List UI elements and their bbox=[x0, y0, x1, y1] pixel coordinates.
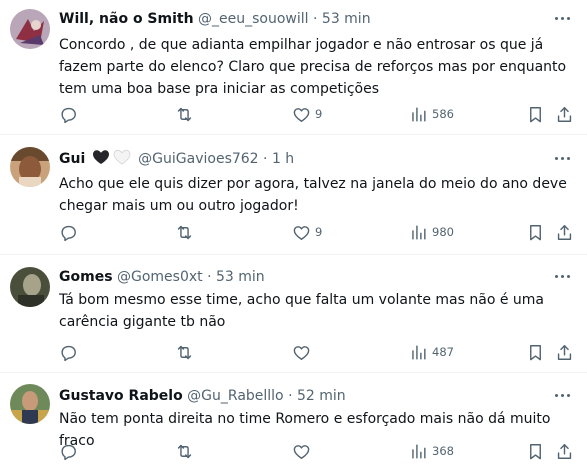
bookmark-icon bbox=[530, 443, 541, 459]
heart-emoji-icons bbox=[92, 149, 131, 165]
retweet-button[interactable] bbox=[175, 341, 198, 363]
like-button[interactable]: 9 bbox=[292, 221, 322, 243]
display-name[interactable]: Gui bbox=[59, 151, 85, 167]
timestamp[interactable]: 53 min bbox=[322, 11, 371, 27]
views-count: 487 bbox=[432, 345, 454, 359]
more-icon[interactable] bbox=[551, 8, 575, 28]
tweet-text: Acho que ele quis dizer por agora, talve… bbox=[59, 176, 567, 214]
retweet-icon bbox=[177, 444, 192, 458]
bookmark-icon bbox=[530, 106, 541, 122]
timestamp[interactable]: 52 min bbox=[297, 388, 346, 404]
like-button[interactable]: 9 bbox=[292, 103, 322, 125]
tweet[interactable]: Gui @GuiGavioes762 · 1 h Acho que ele qu… bbox=[0, 135, 587, 255]
bookmark-button[interactable] bbox=[526, 440, 545, 462]
views-button[interactable]: 980 bbox=[409, 221, 454, 243]
share-icon bbox=[557, 106, 572, 122]
analytics-icon bbox=[412, 224, 426, 240]
retweet-icon bbox=[177, 225, 192, 239]
more-icon[interactable] bbox=[551, 148, 575, 168]
share-icon bbox=[557, 443, 572, 459]
tweet-actions: 487 bbox=[59, 341, 575, 363]
retweet-icon bbox=[177, 345, 192, 359]
tweet-header: Gustavo Rabelo @Gu_Rabelllo · 52 min bbox=[59, 386, 547, 406]
reply-icon bbox=[61, 345, 76, 361]
timestamp[interactable]: 1 h bbox=[272, 151, 294, 167]
reply-icon bbox=[61, 225, 76, 241]
analytics-icon bbox=[412, 344, 426, 360]
views-count: 368 bbox=[432, 444, 454, 458]
avatar[interactable] bbox=[10, 384, 50, 424]
share-button[interactable] bbox=[555, 341, 574, 363]
views-button[interactable]: 586 bbox=[409, 103, 454, 125]
bookmark-icon bbox=[530, 224, 541, 240]
like-count: 9 bbox=[315, 225, 323, 239]
tweet-actions: 9 586 bbox=[59, 103, 575, 125]
views-count: 586 bbox=[432, 107, 454, 121]
more-icon[interactable] bbox=[551, 266, 575, 286]
reply-button[interactable] bbox=[59, 440, 82, 462]
views-button[interactable]: 487 bbox=[409, 341, 454, 363]
tweet-actions: 368 bbox=[59, 440, 575, 462]
heart-icon bbox=[293, 107, 310, 122]
avatar[interactable] bbox=[10, 9, 50, 49]
reply-icon bbox=[61, 107, 76, 123]
bookmark-button[interactable] bbox=[526, 221, 545, 243]
tweet-text: Concordo , de que adianta empilhar jogad… bbox=[59, 37, 567, 97]
share-icon bbox=[557, 344, 572, 360]
analytics-icon bbox=[412, 443, 426, 459]
retweet-button[interactable] bbox=[175, 221, 198, 243]
tweet-text: Tá bom mesmo esse time, acho que falta u… bbox=[59, 292, 544, 330]
share-button[interactable] bbox=[555, 103, 574, 125]
tweet-header: Gui @GuiGavioes762 · 1 h bbox=[59, 149, 547, 169]
reply-icon bbox=[61, 444, 76, 460]
more-icon[interactable] bbox=[551, 385, 575, 405]
reply-button[interactable] bbox=[59, 103, 82, 125]
bookmark-button[interactable] bbox=[526, 103, 545, 125]
separator-dot: · bbox=[263, 151, 268, 167]
share-button[interactable] bbox=[555, 440, 574, 462]
tweet-header: Gomes @Gomes0xt · 53 min bbox=[59, 267, 547, 287]
separator-dot: · bbox=[313, 11, 318, 27]
analytics-icon bbox=[412, 106, 426, 122]
retweet-button[interactable] bbox=[175, 103, 198, 125]
tweet[interactable]: Gustavo Rabelo @Gu_Rabelllo · 52 min Não… bbox=[0, 373, 587, 473]
tweet[interactable]: Gomes @Gomes0xt · 53 min Tá bom mesmo es… bbox=[0, 255, 587, 373]
reply-button[interactable] bbox=[59, 221, 82, 243]
heart-icon bbox=[293, 345, 310, 360]
user-handle[interactable]: @_eeu_souowill bbox=[198, 11, 309, 27]
like-button[interactable] bbox=[292, 440, 315, 462]
retweet-icon bbox=[177, 107, 192, 121]
views-button[interactable]: 368 bbox=[409, 440, 454, 462]
display-name[interactable]: Will, não o Smith bbox=[59, 11, 194, 27]
display-name[interactable]: Gomes bbox=[59, 269, 113, 285]
tweet[interactable]: Will, não o Smith @_eeu_souowill · 53 mi… bbox=[0, 0, 587, 135]
share-button[interactable] bbox=[555, 221, 574, 243]
like-button[interactable] bbox=[292, 341, 315, 363]
avatar[interactable] bbox=[10, 267, 50, 307]
display-name[interactable]: Gustavo Rabelo bbox=[59, 388, 183, 404]
avatar[interactable] bbox=[10, 147, 50, 187]
user-handle[interactable]: @GuiGavioes762 bbox=[138, 151, 258, 167]
bookmark-button[interactable] bbox=[526, 341, 545, 363]
share-icon bbox=[557, 224, 572, 240]
heart-icon bbox=[293, 444, 310, 459]
tweet-header: Will, não o Smith @_eeu_souowill · 53 mi… bbox=[59, 9, 547, 29]
timestamp[interactable]: 53 min bbox=[216, 269, 265, 285]
bookmark-icon bbox=[530, 344, 541, 360]
like-count: 9 bbox=[315, 107, 323, 121]
separator-dot: · bbox=[207, 269, 212, 285]
heart-icon bbox=[293, 225, 310, 240]
views-count: 980 bbox=[432, 225, 454, 239]
tweet-actions: 9 980 bbox=[59, 221, 575, 243]
user-handle[interactable]: @Gu_Rabelllo bbox=[187, 388, 283, 404]
retweet-button[interactable] bbox=[175, 440, 198, 462]
user-handle[interactable]: @Gomes0xt bbox=[117, 269, 203, 285]
reply-button[interactable] bbox=[59, 341, 82, 363]
separator-dot: · bbox=[288, 388, 293, 404]
